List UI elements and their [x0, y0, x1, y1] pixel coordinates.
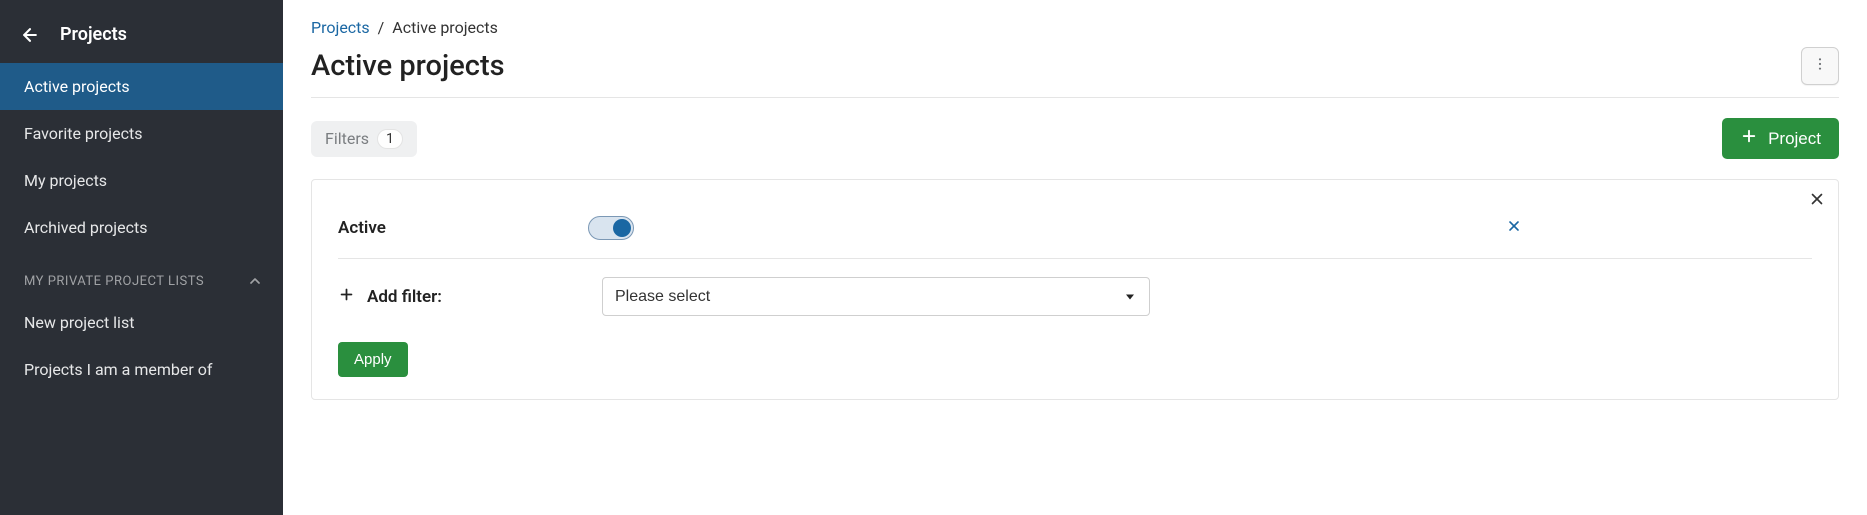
create-project-button[interactable]: Project	[1722, 118, 1839, 159]
sidebar-item-projects-member-of[interactable]: Projects I am a member of	[0, 346, 283, 393]
sidebar-header: Projects	[0, 12, 283, 63]
sidebar-item-active-projects[interactable]: Active projects	[0, 63, 283, 110]
add-filter-row: Add filter: Please select	[338, 259, 1812, 326]
add-filter-label-group: Add filter:	[338, 286, 588, 308]
project-button-label: Project	[1768, 129, 1821, 149]
sidebar-title: Projects	[60, 24, 127, 45]
back-arrow-icon[interactable]	[20, 25, 40, 45]
sidebar-item-new-project-list[interactable]: New project list	[0, 299, 283, 346]
apply-button[interactable]: Apply	[338, 342, 408, 377]
filters-chip[interactable]: Filters 1	[311, 121, 417, 157]
toggle-knob	[613, 219, 631, 237]
sidebar-item-archived-projects[interactable]: Archived projects	[0, 204, 283, 251]
plus-icon	[1740, 127, 1758, 150]
more-actions-button[interactable]	[1801, 47, 1839, 85]
breadcrumb-separator: /	[378, 18, 385, 37]
sidebar-item-my-projects[interactable]: My projects	[0, 157, 283, 204]
remove-icon	[1506, 219, 1522, 238]
close-panel-button[interactable]	[1808, 190, 1826, 212]
main-content: Projects / Active projects Active projec…	[283, 0, 1867, 515]
filter-select[interactable]: Please select	[602, 277, 1150, 316]
filter-label-active: Active	[338, 218, 588, 238]
add-filter-text: Add filter:	[367, 287, 442, 307]
chevron-up-icon	[247, 273, 263, 289]
panel-body: Active Add filter	[312, 180, 1838, 399]
sidebar: Projects Active projects Favorite projec…	[0, 0, 283, 515]
sidebar-section-header[interactable]: MY PRIVATE PROJECT LISTS	[0, 251, 283, 299]
page-title-row: Active projects	[311, 47, 1839, 85]
close-icon	[1808, 193, 1826, 212]
sidebar-item-favorite-projects[interactable]: Favorite projects	[0, 110, 283, 157]
breadcrumb-root-link[interactable]: Projects	[311, 18, 370, 37]
filter-panel: Active Add filter	[311, 179, 1839, 400]
plus-icon	[338, 286, 355, 308]
filter-row-active: Active	[338, 198, 1812, 258]
active-toggle[interactable]	[588, 216, 634, 240]
remove-filter-button[interactable]	[1506, 218, 1812, 238]
breadcrumb-current: Active projects	[392, 18, 498, 37]
page-title: Active projects	[311, 49, 505, 83]
toolbar-row: Filters 1 Project	[311, 98, 1839, 179]
filter-select-wrap: Please select	[602, 277, 1150, 316]
filters-count: 1	[377, 129, 403, 149]
kebab-icon	[1812, 56, 1828, 76]
sidebar-section-title: MY PRIVATE PROJECT LISTS	[24, 274, 204, 289]
filters-label: Filters	[325, 129, 369, 148]
breadcrumb: Projects / Active projects	[311, 18, 1839, 37]
filter-control-active	[588, 216, 1506, 240]
